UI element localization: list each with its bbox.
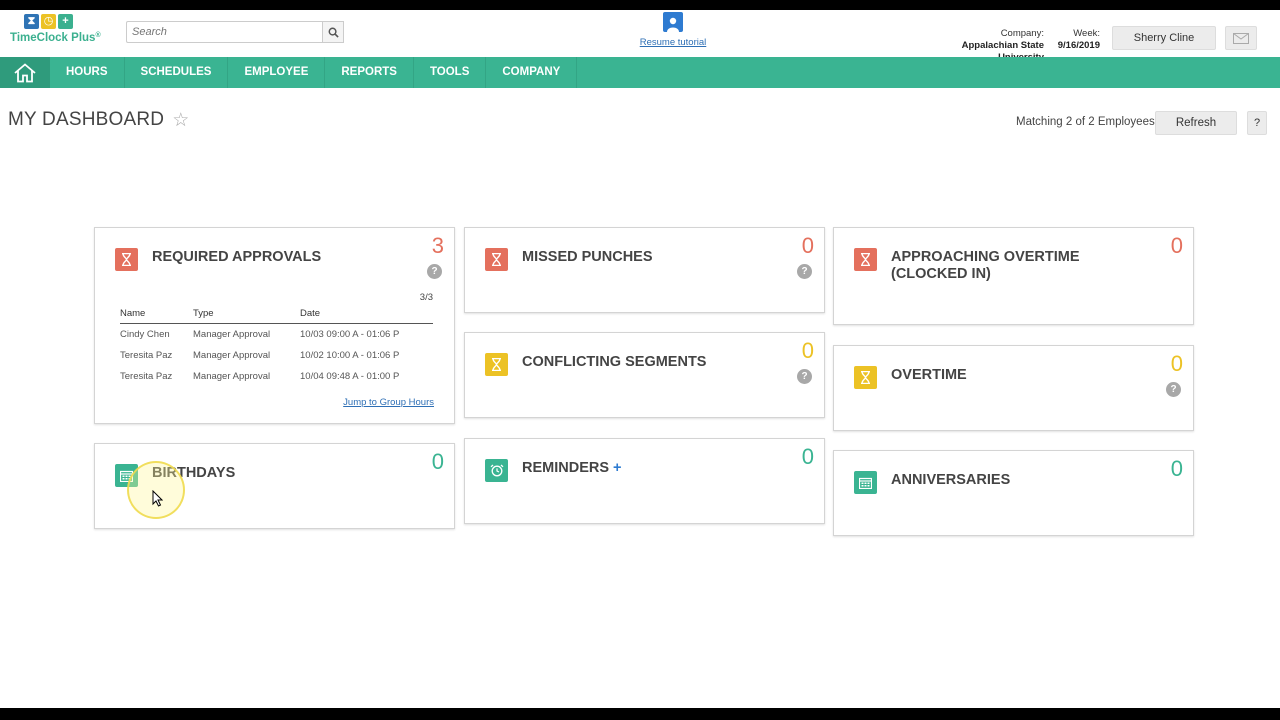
cell-date: 10/04 09:48 A - 01:00 P xyxy=(300,371,400,382)
hourglass-icon xyxy=(485,353,508,376)
add-reminder-button[interactable]: + xyxy=(613,460,621,476)
approvals-table: Name Type Date Cindy Chen Manager Approv… xyxy=(120,308,433,387)
approvals-ratio: 3/3 xyxy=(419,292,433,303)
table-row[interactable]: Teresita Paz Manager Approval 10/02 10:0… xyxy=(120,345,433,366)
main-nav: HOURS SCHEDULES EMPLOYEE REPORTS TOOLS C… xyxy=(0,57,1280,88)
widget-title: ANNIVERSARIES xyxy=(891,472,1011,488)
help-icon[interactable]: ? xyxy=(797,369,812,384)
widget-title: MISSED PUNCHES xyxy=(522,249,653,265)
search-box xyxy=(126,21,323,43)
favorite-star-icon[interactable]: ☆ xyxy=(172,111,189,130)
widget-anniversaries: ANNIVERSARIES 0 xyxy=(833,450,1194,536)
widget-count[interactable]: 0 xyxy=(802,445,814,469)
cell-date: 10/03 09:00 A - 01:06 P xyxy=(300,329,400,340)
search-icon xyxy=(328,27,339,38)
alarm-clock-icon xyxy=(485,459,508,482)
help-icon[interactable]: ? xyxy=(1166,382,1181,397)
widget-count[interactable]: 3 xyxy=(432,234,444,258)
resume-tutorial-link[interactable]: Resume tutorial xyxy=(636,37,710,48)
table-row[interactable]: Teresita Paz Manager Approval 10/04 09:4… xyxy=(120,366,433,387)
logo-text: TimeClock Plus® xyxy=(10,32,101,44)
widget-title-text: REMINDERS xyxy=(522,460,610,476)
widget-count[interactable]: 0 xyxy=(432,450,444,474)
nav-reports[interactable]: REPORTS xyxy=(325,57,414,88)
page-title: MY DASHBOARD xyxy=(8,109,165,130)
nav-hours[interactable]: HOURS xyxy=(50,57,125,88)
widget-title-line2: (CLOCKED IN) xyxy=(891,266,991,282)
messages-button[interactable] xyxy=(1225,26,1257,50)
mail-icon xyxy=(1233,32,1249,44)
resume-tutorial[interactable]: Resume tutorial xyxy=(636,12,710,48)
nav-home[interactable] xyxy=(0,57,50,88)
nav-employee[interactable]: EMPLOYEE xyxy=(228,57,326,88)
nav-company[interactable]: COMPANY xyxy=(486,57,578,88)
widget-count[interactable]: 0 xyxy=(1171,457,1183,481)
widget-missed-punches: MISSED PUNCHES 0 ? xyxy=(464,227,825,313)
cell-name: Teresita Paz xyxy=(120,350,173,361)
user-menu-button[interactable]: Sherry Cline xyxy=(1112,26,1216,50)
hourglass-icon xyxy=(115,248,138,271)
logo-wordmark: TimeClock Plus xyxy=(10,32,96,44)
calendar-icon xyxy=(854,471,877,494)
widget-birthdays: BIRTHDAYS 0 xyxy=(94,443,455,529)
column-header-type[interactable]: Type xyxy=(193,308,300,324)
cell-date: 10/02 10:00 A - 01:06 P xyxy=(300,350,400,361)
brand-logo[interactable]: ⧗ ◷ + TimeClock Plus® xyxy=(10,14,101,52)
week-value: 9/16/2019 xyxy=(1057,40,1100,51)
hourglass-icon xyxy=(485,248,508,271)
widget-title: BIRTHDAYS xyxy=(152,465,236,481)
page-title-row: MY DASHBOARD ☆ xyxy=(8,109,189,131)
matching-employees-text: Matching 2 of 2 Employees xyxy=(1016,116,1155,128)
help-icon[interactable]: ? xyxy=(797,264,812,279)
help-icon[interactable]: ? xyxy=(427,264,442,279)
app-page: ⧗ ◷ + TimeClock Plus® Resume tutorial Co… xyxy=(0,10,1280,708)
widget-title: CONFLICTING SEGMENTS xyxy=(522,354,707,370)
nav-tools[interactable]: TOOLS xyxy=(414,57,487,88)
week-label: Week: xyxy=(1073,28,1100,39)
cell-type: Manager Approval xyxy=(193,329,271,340)
logo-mark: ⧗ ◷ + xyxy=(24,14,100,29)
widget-count[interactable]: 0 xyxy=(802,339,814,363)
company-label: Company: xyxy=(1000,28,1044,39)
widget-conflicting-segments: CONFLICTING SEGMENTS 0 ? xyxy=(464,332,825,418)
logo-registered-mark: ® xyxy=(95,32,101,39)
widget-title: OVERTIME xyxy=(891,367,967,383)
cell-name: Teresita Paz xyxy=(120,371,173,382)
cell-name: Cindy Chen xyxy=(120,329,170,340)
week-info: Week: 9/16/2019 xyxy=(1050,28,1100,52)
widget-title: APPROACHING OVERTIME (CLOCKED IN) xyxy=(891,249,1080,283)
widget-required-approvals: REQUIRED APPROVALS 3 ? 3/3 Name Type Dat… xyxy=(94,227,455,424)
help-button[interactable]: ? xyxy=(1247,111,1267,135)
column-header-date[interactable]: Date xyxy=(300,308,433,324)
table-header-row: Name Type Date xyxy=(120,308,433,324)
home-icon xyxy=(14,62,36,82)
widget-title: REQUIRED APPROVALS xyxy=(152,249,322,265)
widget-approaching-overtime: APPROACHING OVERTIME (CLOCKED IN) 0 xyxy=(833,227,1194,325)
widget-count[interactable]: 0 xyxy=(1171,352,1183,376)
cell-type: Manager Approval xyxy=(193,371,271,382)
calendar-icon xyxy=(115,464,138,487)
nav-schedules[interactable]: SCHEDULES xyxy=(125,57,229,88)
table-row[interactable]: Cindy Chen Manager Approval 10/03 09:00 … xyxy=(120,324,433,346)
column-header-name[interactable]: Name xyxy=(120,308,193,324)
widget-count[interactable]: 0 xyxy=(1171,234,1183,258)
top-header: ⧗ ◷ + TimeClock Plus® Resume tutorial Co… xyxy=(0,10,1280,63)
widget-overtime: OVERTIME 0 ? xyxy=(833,345,1194,431)
widget-count[interactable]: 0 xyxy=(802,234,814,258)
search-button[interactable] xyxy=(322,21,344,43)
refresh-button[interactable]: Refresh xyxy=(1155,111,1237,135)
search-input[interactable] xyxy=(127,22,323,42)
hourglass-icon xyxy=(854,248,877,271)
cell-type: Manager Approval xyxy=(193,350,271,361)
jump-to-group-hours-link[interactable]: Jump to Group Hours xyxy=(343,397,434,408)
widget-reminders: REMINDERS + 0 xyxy=(464,438,825,524)
user-icon xyxy=(663,12,683,32)
hourglass-icon xyxy=(854,366,877,389)
widget-title-line1: APPROACHING OVERTIME xyxy=(891,249,1080,265)
widget-title: REMINDERS + xyxy=(522,460,621,477)
